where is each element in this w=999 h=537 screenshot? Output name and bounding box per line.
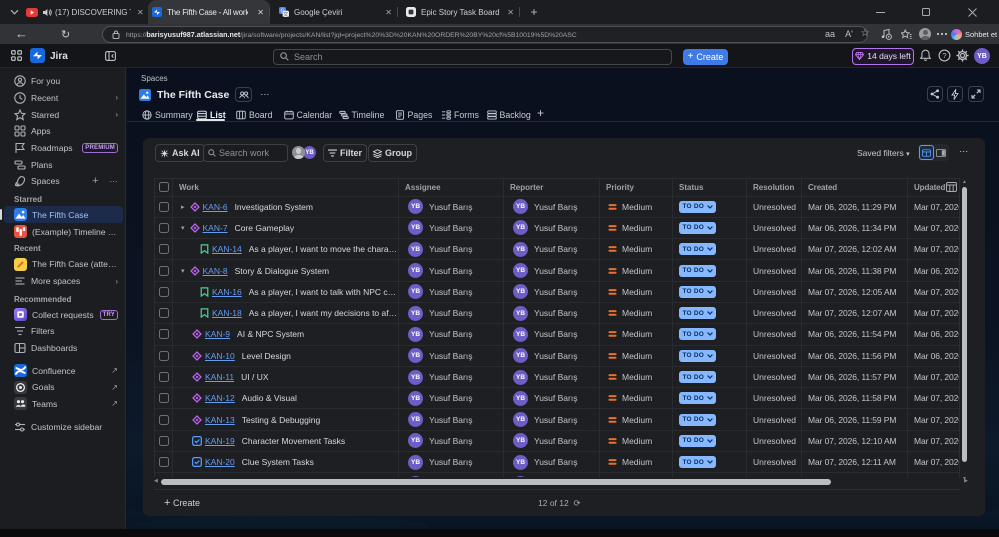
svg-text:文: 文	[283, 11, 288, 17]
svg-text:?: ?	[942, 51, 946, 60]
